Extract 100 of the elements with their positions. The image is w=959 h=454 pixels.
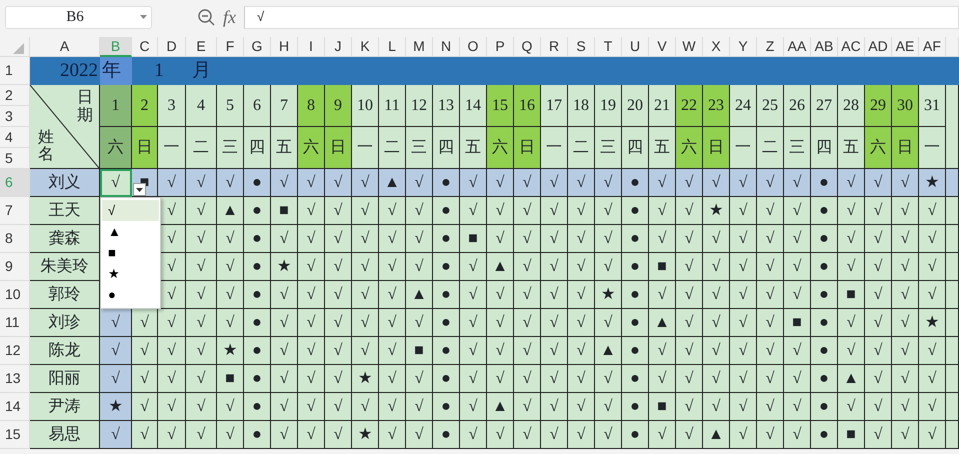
attendance-cell: √ [271, 393, 298, 421]
row-header[interactable]: 11 [0, 309, 30, 337]
column-header[interactable]: S [568, 37, 595, 57]
day-cell: 9 [325, 85, 352, 127]
dropdown-option[interactable]: ● [102, 284, 159, 305]
attendance-cell: ● [244, 281, 271, 309]
column-header[interactable]: F [217, 37, 244, 57]
attendance-cell: √ [325, 421, 352, 449]
column-header[interactable]: K [352, 37, 379, 57]
attendance-cell: √ [649, 225, 676, 253]
attendance-cell: √ [352, 281, 379, 309]
attendance-cell: √ [865, 421, 892, 449]
column-header[interactable]: AC [838, 37, 865, 57]
column-header[interactable]: R [541, 37, 568, 57]
weekday-cell: 六 [676, 127, 703, 169]
row-header[interactable]: 8 [0, 225, 30, 253]
attendance-cell: ▲ [217, 197, 244, 225]
weekday-cell: 五 [649, 127, 676, 169]
attendance-cell: √ [649, 169, 676, 197]
formula-field[interactable]: √ [244, 6, 959, 28]
attendance-cell: √ [217, 393, 244, 421]
attendance-cell: √ [730, 421, 757, 449]
row-header[interactable]: 9 [0, 253, 30, 281]
attendance-cell: ● [622, 169, 649, 197]
column-header[interactable]: U [622, 37, 649, 57]
attendance-cell[interactable]: √ [100, 169, 132, 197]
attendance-cell: ▲ [649, 309, 676, 337]
attendance-cell: √ [406, 365, 433, 393]
day-cell: 5 [217, 85, 244, 127]
attendance-cell: √ [271, 169, 298, 197]
function-label[interactable]: fx [223, 4, 236, 30]
attendance-cell: √ [649, 365, 676, 393]
dropdown-option[interactable]: √ [102, 200, 159, 221]
attendance-cell: √ [865, 337, 892, 365]
column-header[interactable]: C [132, 37, 158, 57]
column-header[interactable]: M [406, 37, 433, 57]
day-cell: 22 [676, 85, 703, 127]
attendance-cell: √ [514, 169, 541, 197]
attendance-cell: √ [487, 337, 514, 365]
attendance-cell: √ [568, 225, 595, 253]
row-header[interactable]: 15 [0, 421, 30, 449]
attendance-cell: √ [676, 337, 703, 365]
attendance-cell: √ [352, 197, 379, 225]
column-header[interactable]: H [271, 37, 298, 57]
attendance-cell: √ [568, 393, 595, 421]
column-header[interactable]: O [460, 37, 487, 57]
column-header[interactable]: P [487, 37, 514, 57]
column-header[interactable]: AD [865, 37, 892, 57]
attendance-cell: √ [460, 393, 487, 421]
row-header[interactable]: 10 [0, 281, 30, 309]
row-header[interactable]: 7 [0, 197, 30, 225]
attendance-cell: ■ [406, 337, 433, 365]
column-header[interactable]: Y [730, 37, 757, 57]
column-header[interactable]: Z [757, 37, 784, 57]
row-header[interactable]: 2 [0, 85, 30, 106]
column-header[interactable]: I [298, 37, 325, 57]
column-header[interactable]: AA [784, 37, 811, 57]
column-header[interactable]: AB [811, 37, 838, 57]
attendance-cell: √ [487, 365, 514, 393]
attendance-cell: √ [730, 393, 757, 421]
row-header[interactable]: 5 [0, 148, 30, 169]
column-header[interactable]: N [433, 37, 460, 57]
row-header[interactable]: 4 [0, 127, 30, 148]
attendance-cell: √ [838, 169, 865, 197]
column-header[interactable]: G [244, 37, 271, 57]
row-header[interactable]: 13 [0, 365, 30, 393]
column-header[interactable]: V [649, 37, 676, 57]
column-header[interactable]: W [676, 37, 703, 57]
row-header[interactable]: 1 [0, 57, 30, 85]
attendance-cell: √ [406, 309, 433, 337]
zoom-out-icon[interactable] [198, 8, 215, 26]
weekday-cell: 日 [892, 127, 919, 169]
attendance-cell: √ [676, 169, 703, 197]
column-header[interactable]: A [30, 37, 100, 57]
column-header[interactable]: E [186, 37, 217, 57]
attendance-cell: √ [487, 169, 514, 197]
attendance-cell: ● [244, 309, 271, 337]
attendance-cell: √ [132, 309, 158, 337]
column-header[interactable]: J [325, 37, 352, 57]
attendance-cell: ● [433, 421, 460, 449]
column-header[interactable]: AF [919, 37, 946, 57]
name-box[interactable]: B6 [5, 6, 152, 28]
dropdown-option[interactable]: ▲ [102, 221, 159, 242]
attendance-cell: √ [298, 281, 325, 309]
attendance-cell: √ [379, 337, 406, 365]
column-header[interactable]: T [595, 37, 622, 57]
attendance-cell: √ [703, 393, 730, 421]
attendance-cell: ● [811, 197, 838, 225]
dropdown-option[interactable]: ■ [102, 242, 159, 263]
row-header[interactable]: 12 [0, 337, 30, 365]
row-header[interactable]: 3 [0, 106, 30, 127]
dropdown-option[interactable]: ★ [102, 263, 159, 284]
attendance-cell: ▲ [703, 421, 730, 449]
column-header[interactable]: X [703, 37, 730, 57]
attendance-cell: √ [649, 337, 676, 365]
column-header[interactable]: AE [892, 37, 919, 57]
column-header[interactable]: Q [514, 37, 541, 57]
column-header[interactable]: D [158, 37, 186, 57]
column-header[interactable]: L [379, 37, 406, 57]
row-header[interactable]: 14 [0, 393, 30, 421]
